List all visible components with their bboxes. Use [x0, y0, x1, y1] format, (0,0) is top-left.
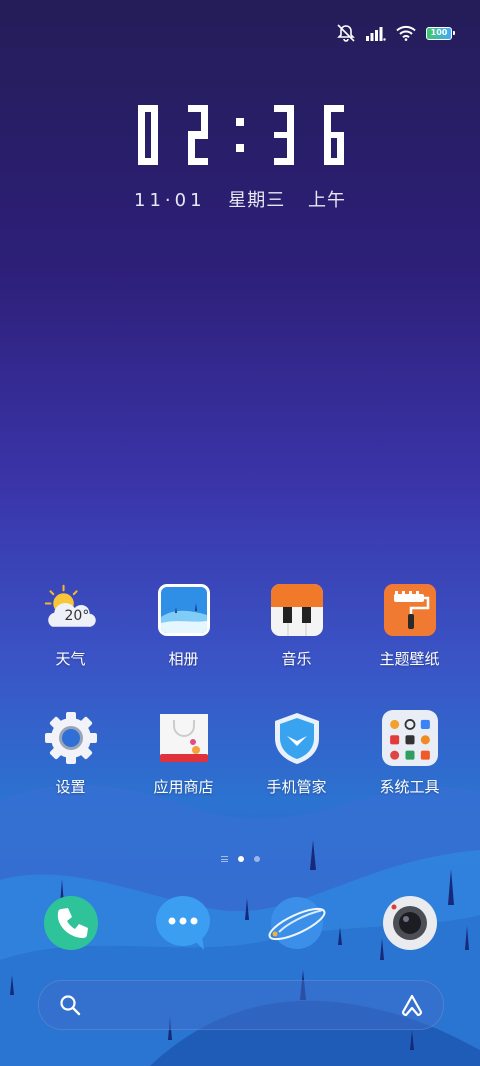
app-store-icon	[156, 710, 212, 766]
weekday-text: 星期三	[228, 190, 286, 211]
period-text: 上午	[308, 190, 346, 211]
app-label: 天气	[55, 650, 86, 668]
dock	[14, 893, 466, 953]
app-settings[interactable]: 设置	[14, 710, 127, 797]
date-text: 11·01	[134, 190, 206, 211]
phone-icon	[41, 893, 101, 953]
app-weather[interactable]: 20° 天气	[14, 582, 127, 669]
settings-icon	[43, 710, 99, 766]
app-theme-wallpaper[interactable]: 主题壁纸	[353, 582, 466, 669]
gallery-icon	[156, 582, 212, 638]
app-music[interactable]: 音乐	[240, 582, 353, 669]
messages-icon	[154, 893, 214, 953]
dock-messages[interactable]	[127, 893, 240, 953]
weather-temp: 20°	[64, 608, 90, 624]
page-indicator[interactable]	[0, 856, 480, 862]
app-label: 手机管家	[266, 778, 327, 796]
app-label: 系统工具	[379, 778, 440, 796]
phone-manager-icon	[269, 710, 325, 766]
app-label: 应用商店	[153, 778, 214, 796]
home-screen: 100 11·01 星期三 上午 20° 天气 相册 音乐 主题壁纸 设置 应用…	[0, 0, 480, 1066]
search-icon	[60, 995, 81, 1016]
app-phone-manager[interactable]: 手机管家	[240, 710, 353, 797]
browser-icon	[267, 893, 327, 953]
signal-icon	[366, 27, 386, 41]
weather-icon: 20°	[43, 582, 99, 638]
system-tools-folder-icon	[381, 710, 438, 766]
app-gallery[interactable]: 相册	[127, 582, 240, 669]
page-dot-active	[237, 856, 244, 862]
status-bar: 100	[336, 22, 455, 44]
battery-icon: 100	[426, 26, 455, 40]
theme-wallpaper-icon	[382, 582, 438, 638]
app-label: 音乐	[281, 650, 312, 668]
app-store[interactable]: 应用商店	[127, 710, 240, 797]
dock-browser[interactable]	[240, 893, 353, 953]
page-dot	[253, 856, 260, 862]
clock	[0, 100, 480, 170]
menu-lines-icon	[220, 856, 228, 862]
wifi-icon	[396, 25, 416, 41]
battery-level: 100	[430, 27, 448, 37]
app-label: 主题壁纸	[379, 650, 440, 668]
music-icon	[269, 582, 325, 638]
lock-date: 11·01 星期三 上午	[0, 186, 480, 212]
app-system-tools[interactable]: 系统工具	[353, 710, 466, 797]
camera-icon	[380, 893, 440, 953]
app-row-1: 20° 天气 相册 音乐 主题壁纸	[14, 582, 466, 669]
search-bar[interactable]	[38, 980, 444, 1030]
app-label: 相册	[168, 650, 199, 668]
mute-notifications-icon	[337, 24, 355, 42]
app-label: 设置	[55, 778, 86, 796]
dock-phone[interactable]	[14, 893, 127, 953]
app-row-2: 设置 应用商店 手机管家 系统工具	[14, 710, 466, 797]
dock-camera[interactable]	[353, 893, 466, 953]
assistant-icon[interactable]	[399, 993, 425, 1017]
